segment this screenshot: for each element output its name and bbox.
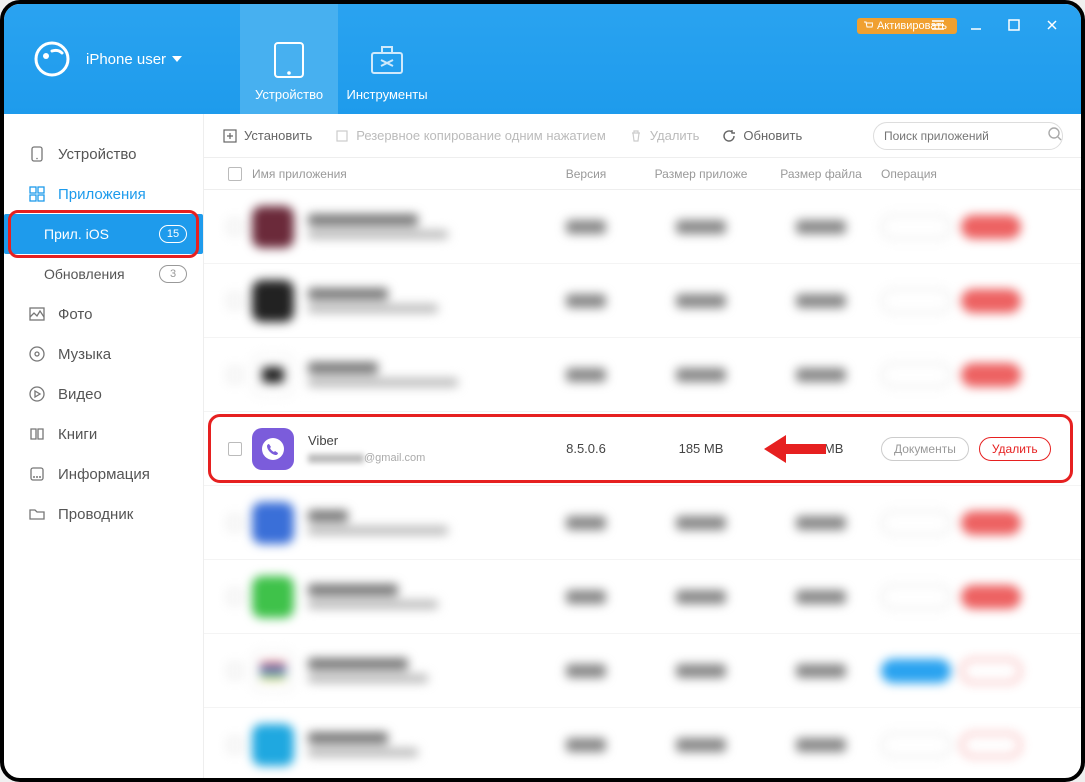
col-name[interactable]: Имя приложения <box>252 167 531 181</box>
tool-label: Обновить <box>743 128 802 143</box>
table-row <box>204 264 1081 338</box>
device-icon <box>28 145 46 163</box>
table-row-viber: Viber @gmail.com 8.5.0.6 185 MB 306 MB Д… <box>204 412 1081 486</box>
app-size: 185 MB <box>641 441 761 456</box>
maximize-button[interactable] <box>1003 14 1025 36</box>
header-tabs: Устройство Инструменты <box>240 4 436 114</box>
sidebar-label: Проводник <box>58 506 133 523</box>
minimize-button[interactable] <box>965 14 987 36</box>
viber-icon <box>252 428 294 470</box>
toolbar: Установить Резервное копирование одним н… <box>204 114 1081 158</box>
tab-device-label: Устройство <box>255 87 323 102</box>
col-version[interactable]: Версия <box>531 167 641 181</box>
window-controls <box>927 14 1063 36</box>
tool-label: Резервное копирование одним нажатием <box>356 128 606 143</box>
tablet-icon <box>270 41 308 79</box>
sidebar-label: Обновления <box>44 266 125 282</box>
logo-area: iPhone user <box>4 4 200 114</box>
trash-icon <box>628 128 644 144</box>
app-window: iPhone user Устройство Инструменты Актив… <box>0 0 1085 782</box>
sidebar-label: Музыка <box>58 346 111 363</box>
sidebar-label: Видео <box>58 386 102 403</box>
sidebar-label: Приложения <box>58 186 146 203</box>
music-icon <box>28 345 46 363</box>
sidebar-ios-highlight: Прил. iOS 15 <box>4 214 203 254</box>
sidebar-label: Устройство <box>58 146 136 163</box>
sidebar-item-explorer[interactable]: Проводник <box>4 494 203 534</box>
sidebar-item-apps[interactable]: Приложения <box>4 174 203 214</box>
col-file-size[interactable]: Размер файла <box>761 167 881 181</box>
sidebar-label: Фото <box>58 306 92 323</box>
backup-button[interactable]: Резервное копирование одним нажатием <box>334 128 606 144</box>
tab-tools-label: Инструменты <box>347 87 428 102</box>
user-label: iPhone user <box>86 51 166 68</box>
header: iPhone user Устройство Инструменты Актив… <box>4 4 1081 114</box>
sidebar-item-photo[interactable]: Фото <box>4 294 203 334</box>
table-row <box>204 708 1081 778</box>
close-button[interactable] <box>1041 14 1063 36</box>
delete-button[interactable]: Удалить <box>628 128 700 144</box>
refresh-icon <box>721 128 737 144</box>
app-name: Viber <box>308 433 425 448</box>
col-app-size[interactable]: Размер приложе <box>641 167 761 181</box>
chevron-down-icon <box>172 56 182 62</box>
table-row <box>204 560 1081 634</box>
info-icon <box>28 465 46 483</box>
content: Установить Резервное копирование одним н… <box>204 114 1081 778</box>
user-dropdown[interactable]: iPhone user <box>86 51 182 68</box>
folder-icon <box>28 505 46 523</box>
search-box[interactable] <box>873 122 1063 150</box>
plus-icon <box>222 128 238 144</box>
row-delete-button[interactable]: Удалить <box>979 437 1051 461</box>
install-button[interactable]: Установить <box>222 128 312 144</box>
app-cell: Viber @gmail.com <box>252 428 531 470</box>
body: Устройство Приложения Прил. iOS 15 Обнов… <box>4 114 1081 778</box>
tab-tools[interactable]: Инструменты <box>338 4 436 114</box>
sidebar-item-music[interactable]: Музыка <box>4 334 203 374</box>
apps-icon <box>28 185 46 203</box>
search-input[interactable] <box>884 129 1039 143</box>
sidebar-item-ios-apps[interactable]: Прил. iOS 15 <box>4 214 203 254</box>
app-version: 8.5.0.6 <box>531 441 641 456</box>
sidebar-item-device[interactable]: Устройство <box>4 134 203 174</box>
documents-button[interactable]: Документы <box>881 437 969 461</box>
sidebar-label: Информация <box>58 466 150 483</box>
toolbox-icon <box>368 41 406 79</box>
row-ops: Документы Удалить <box>881 437 1081 461</box>
tool-label: Установить <box>244 128 312 143</box>
app-logo-icon <box>32 39 72 79</box>
video-icon <box>28 385 46 403</box>
updates-count-badge: 3 <box>159 265 187 283</box>
menu-button[interactable] <box>927 14 949 36</box>
sidebar-item-updates[interactable]: Обновления 3 <box>4 254 203 294</box>
sidebar-item-video[interactable]: Видео <box>4 374 203 414</box>
sidebar-label: Книги <box>58 426 97 443</box>
sidebar-label: Прил. iOS <box>44 226 109 242</box>
tool-label: Удалить <box>650 128 700 143</box>
app-account: @gmail.com <box>308 452 425 464</box>
table-row <box>204 634 1081 708</box>
book-icon <box>28 425 46 443</box>
row-checkbox[interactable] <box>218 442 252 456</box>
cart-icon <box>863 21 873 31</box>
backup-icon <box>334 128 350 144</box>
table-header: Имя приложения Версия Размер приложе Раз… <box>204 158 1081 190</box>
table-row <box>204 486 1081 560</box>
sidebar-item-books[interactable]: Книги <box>4 414 203 454</box>
ios-count-badge: 15 <box>159 225 187 243</box>
tab-device[interactable]: Устройство <box>240 4 338 114</box>
photo-icon <box>28 305 46 323</box>
select-all-checkbox[interactable] <box>218 167 252 181</box>
table-rows: Viber @gmail.com 8.5.0.6 185 MB 306 MB Д… <box>204 190 1081 778</box>
table-row <box>204 338 1081 412</box>
refresh-button[interactable]: Обновить <box>721 128 802 144</box>
sidebar: Устройство Приложения Прил. iOS 15 Обнов… <box>4 114 204 778</box>
col-ops[interactable]: Операция <box>881 167 1081 181</box>
sidebar-item-info[interactable]: Информация <box>4 454 203 494</box>
search-icon <box>1047 126 1063 145</box>
file-size: 306 MB <box>761 441 881 456</box>
table-row <box>204 190 1081 264</box>
